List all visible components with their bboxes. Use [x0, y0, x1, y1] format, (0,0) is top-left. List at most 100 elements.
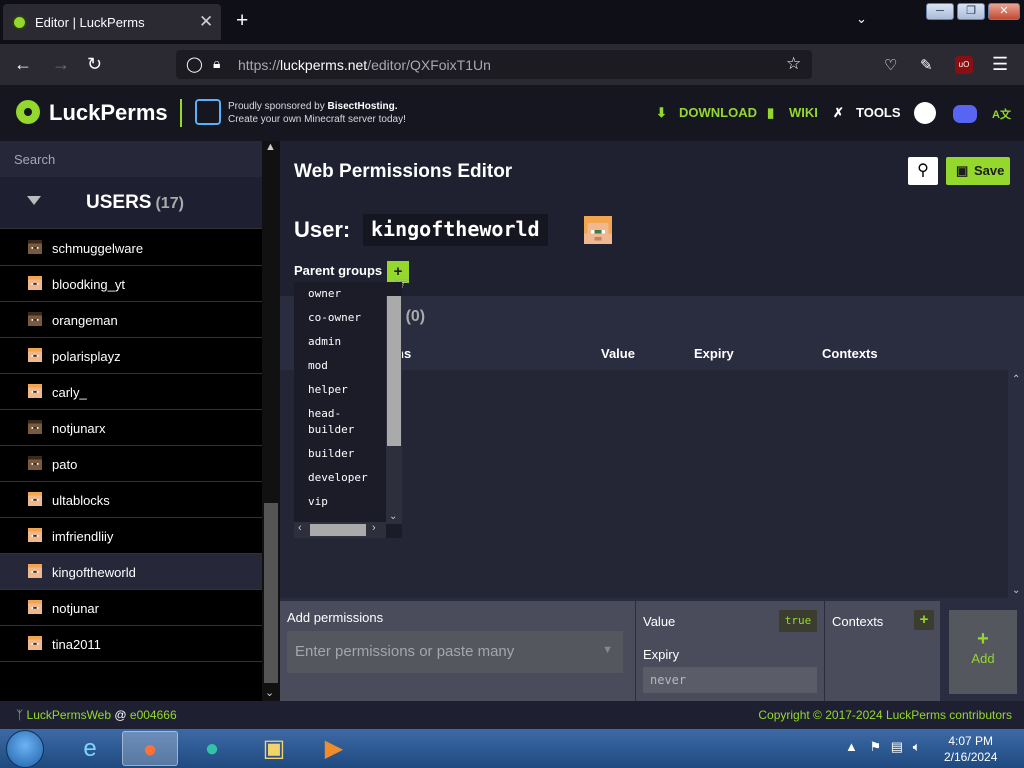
browser-tab[interactable]: Editor | LuckPerms ✕: [3, 4, 221, 40]
nav-tools[interactable]: TOOLS: [856, 105, 901, 120]
dropdown-hscroll-thumb[interactable]: [310, 524, 366, 536]
close-window-icon[interactable]: ✕: [988, 3, 1020, 20]
scroll-down-chevron-icon[interactable]: ⌄: [1012, 585, 1020, 596]
group-option[interactable]: co-owner: [294, 306, 386, 330]
sidebar-user-item[interactable]: tina2011: [0, 626, 262, 662]
sidebar-user-item[interactable]: notjunarx: [0, 410, 262, 446]
bookmark-star-icon[interactable]: ☆: [786, 54, 801, 74]
edge-taskbar-icon[interactable]: ●: [184, 731, 240, 766]
dropdown-triangle-icon[interactable]: ▼: [602, 644, 613, 656]
sidebar-user-item[interactable]: pato: [0, 446, 262, 482]
network-icon[interactable]: ▤: [891, 739, 903, 754]
extensions-puzzle-icon[interactable]: ✎: [920, 56, 933, 74]
footer-version[interactable]: ᛉ LuckPermsWeb @ e004666: [16, 708, 177, 722]
system-clock[interactable]: 4:07 PM 2/16/2024: [944, 733, 997, 765]
sidebar-user-item[interactable]: orangeman: [0, 302, 262, 338]
list-tabs-chevron-icon[interactable]: ⌄: [856, 11, 867, 27]
value-toggle[interactable]: true: [779, 610, 817, 632]
group-option[interactable]: mod: [294, 354, 386, 378]
firefox-taskbar-icon[interactable]: ●: [122, 731, 178, 766]
ublock-icon[interactable]: uO: [955, 56, 973, 74]
internet-explorer-icon[interactable]: e: [62, 731, 118, 766]
parent-group-dropdown[interactable]: owner co-owner admin mod helper head- builder…: [294, 282, 402, 538]
shield-icon[interactable]: ◯: [186, 55, 203, 73]
minimize-window-icon[interactable]: ─: [926, 3, 954, 20]
group-option[interactable]: admin: [294, 330, 386, 354]
search-button[interactable]: ⚲: [908, 157, 938, 185]
new-tab-icon[interactable]: +: [236, 9, 248, 33]
scroll-down-arrow-icon[interactable]: ⌄: [265, 686, 274, 699]
group-option[interactable]: owner: [294, 282, 386, 306]
address-bar[interactable]: ◯ 🔒︎ https://luckperms.net/editor/QXFoix…: [176, 50, 812, 79]
sidebar-user-item[interactable]: imfriendliiy: [0, 518, 262, 554]
sidebar-user-item[interactable]: kingoftheworld: [0, 554, 262, 590]
expiry-input[interactable]: never: [643, 667, 817, 693]
hamburger-menu-icon[interactable]: ☰: [992, 54, 1008, 75]
lock-icon[interactable]: 🔒︎: [213, 55, 220, 72]
dropdown-scroll-down-icon[interactable]: ⌄: [389, 511, 397, 522]
user-list: schmuggelware bloodking_yt orangeman polari…: [0, 230, 262, 662]
action-center-flag-icon[interactable]: ⚑: [870, 739, 882, 754]
sidebar-user-item[interactable]: ultablocks: [0, 482, 262, 518]
bisecthosting-logo-icon[interactable]: [195, 99, 221, 125]
group-option[interactable]: helper: [294, 378, 386, 402]
back-arrow-icon[interactable]: ←: [14, 54, 32, 75]
sidebar-search-input[interactable]: Search: [0, 141, 262, 177]
dropdown-vertical-scrollbar[interactable]: ⌄: [386, 296, 402, 524]
sidebar-user-item[interactable]: carly_: [0, 374, 262, 410]
nav-wiki[interactable]: WIKI: [789, 105, 818, 120]
sidebar-scrollbar-thumb[interactable]: [264, 503, 278, 683]
sponsor-text[interactable]: Proudly sponsored by BisectHosting. Crea…: [228, 100, 406, 126]
user-skin-avatar: [28, 276, 42, 290]
dropdown-scroll-thumb[interactable]: [387, 296, 401, 446]
add-permission-button[interactable]: + Add: [949, 610, 1017, 694]
scroll-left-icon[interactable]: ‹: [298, 522, 302, 534]
username-display[interactable]: kingoftheworld: [363, 214, 548, 246]
pocket-icon[interactable]: ♡: [884, 56, 897, 74]
group-option[interactable]: builder: [294, 442, 386, 466]
sidebar-user-item[interactable]: polarisplayz: [0, 338, 262, 374]
media-player-icon[interactable]: ▶: [306, 731, 362, 766]
sidebar-user-item[interactable]: bloodking_yt: [0, 266, 262, 302]
col-value[interactable]: Value: [601, 346, 635, 361]
scroll-right-icon[interactable]: ›: [372, 522, 376, 534]
discord-icon[interactable]: [953, 105, 977, 123]
user-skin-avatar: [28, 420, 42, 434]
show-hidden-icons-icon[interactable]: ▲: [845, 739, 858, 754]
col-contexts[interactable]: Contexts: [822, 346, 878, 361]
group-option[interactable]: developer: [294, 466, 386, 490]
user-skin-avatar: [28, 240, 42, 254]
scroll-up-chevron-icon[interactable]: ⌃: [1012, 374, 1020, 385]
user-label: User:: [294, 217, 351, 242]
save-button[interactable]: ▣ Save: [946, 157, 1010, 185]
windows-start-orb-icon[interactable]: [6, 730, 44, 768]
users-section-header[interactable]: USERS (17): [0, 177, 262, 229]
permission-input[interactable]: Enter permissions or paste many ▼: [287, 631, 623, 673]
forward-arrow-icon[interactable]: →: [52, 54, 70, 75]
user-name: carly_: [52, 385, 87, 400]
luckperms-logo-icon[interactable]: [16, 100, 40, 124]
add-context-button[interactable]: +: [914, 610, 934, 630]
volume-muted-icon[interactable]: 🔈︎: [913, 739, 921, 754]
group-option[interactable]: vip: [294, 490, 386, 514]
scroll-up-arrow-icon[interactable]: ▲: [265, 141, 276, 153]
collapse-triangle-icon[interactable]: [27, 196, 41, 205]
group-option[interactable]: head- builder: [294, 402, 386, 442]
restore-window-icon[interactable]: ❐: [957, 3, 985, 20]
reload-icon[interactable]: ↻: [87, 54, 102, 75]
file-explorer-icon[interactable]: ▣: [246, 731, 302, 766]
sidebar-user-item[interactable]: schmuggelware: [0, 230, 262, 266]
sidebar-user-item[interactable]: notjunar: [0, 590, 262, 626]
github-icon[interactable]: [914, 102, 936, 124]
footer-copyright[interactable]: Copyright © 2017-2024 LuckPerms contribu…: [758, 708, 1012, 722]
close-tab-icon[interactable]: ✕: [199, 12, 213, 32]
download-icon: ⬇: [656, 105, 667, 120]
translate-icon[interactable]: A文: [992, 106, 1011, 122]
logo-text[interactable]: LuckPerms: [49, 100, 168, 126]
dropdown-horizontal-scrollbar[interactable]: ‹ ›: [294, 522, 386, 538]
col-expiry[interactable]: Expiry: [694, 346, 734, 361]
nav-download[interactable]: DOWNLOAD: [679, 105, 757, 120]
sidebar-scrollbar[interactable]: ▲ ⌄: [262, 141, 280, 701]
nodes-scrollbar[interactable]: ⌃ ⌄: [1008, 370, 1024, 598]
browser-tab-bar: Editor | LuckPerms ✕ + ⌄ ─ ❐ ✕: [0, 0, 1024, 44]
